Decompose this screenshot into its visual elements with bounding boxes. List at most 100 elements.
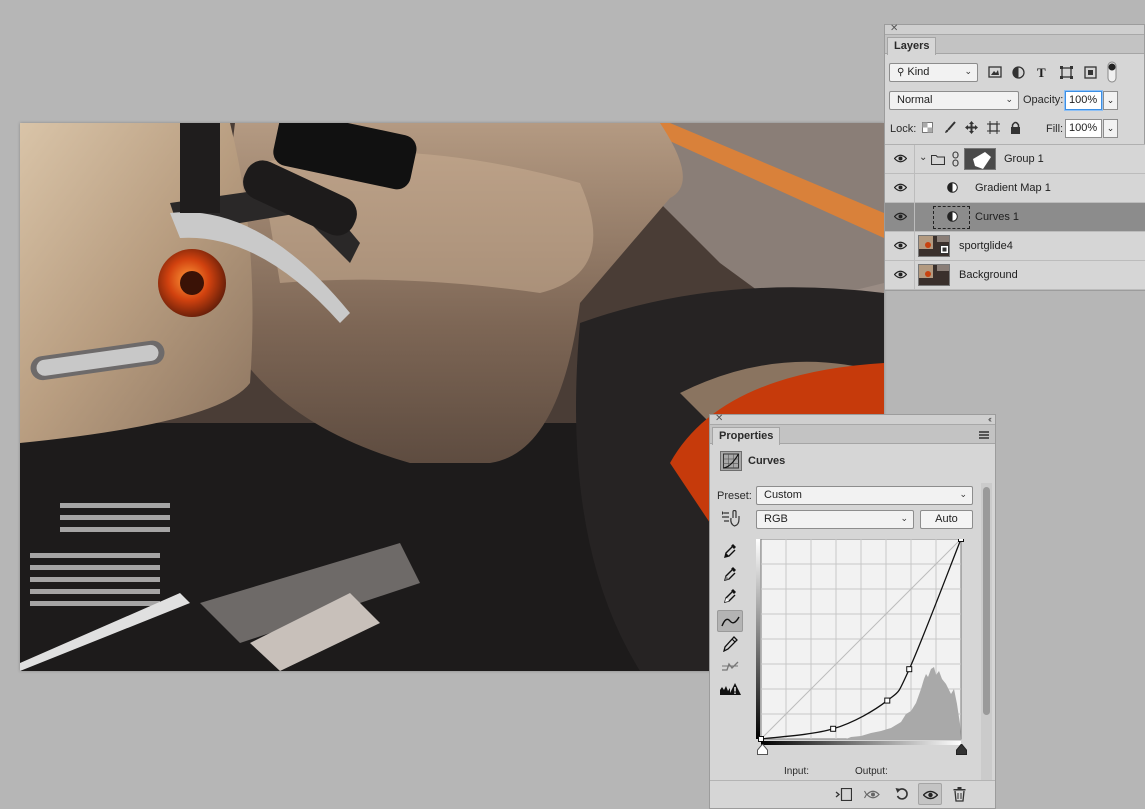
- clipping-warning-tool[interactable]: [717, 679, 743, 701]
- properties-footer: [710, 780, 995, 808]
- channel-dropdown[interactable]: RGB ⌄: [756, 510, 914, 529]
- type-filter-icon[interactable]: T: [1037, 65, 1046, 81]
- mask-thumbnail[interactable]: [964, 148, 996, 170]
- divider: [914, 232, 915, 260]
- folder-icon: [931, 154, 945, 165]
- blend-mode-dropdown[interactable]: Normal ⌄: [889, 91, 1019, 110]
- layer-name: Background: [959, 269, 1018, 281]
- eye-icon[interactable]: [894, 241, 907, 250]
- tab-properties[interactable]: Properties: [712, 427, 781, 445]
- pencil-icon: [723, 636, 738, 652]
- fill-label: Fill:: [1046, 123, 1064, 135]
- layer-row-group-1[interactable]: ⌄ Group 1: [885, 145, 1145, 174]
- curves-graph[interactable]: [756, 536, 968, 745]
- lock-all-icon[interactable]: [1010, 121, 1021, 134]
- lock-label: Lock:: [890, 123, 917, 135]
- curves-graph-canvas[interactable]: [756, 536, 968, 745]
- layer-row-background[interactable]: Background: [885, 261, 1145, 290]
- properties-panel-topbar: ✕ ‹‹: [710, 413, 995, 425]
- opacity-field[interactable]: 100%: [1065, 91, 1102, 110]
- filter-kind-dropdown[interactable]: ⚲ Kind ⌄: [889, 63, 978, 82]
- adjustment-title: Curves: [748, 455, 786, 467]
- properties-tabbar: Properties: [710, 425, 995, 445]
- eye-icon[interactable]: [894, 154, 907, 163]
- chevron-down-icon: ⌄: [959, 489, 967, 499]
- on-image-adjust-icon[interactable]: [720, 510, 742, 527]
- delete-icon[interactable]: [953, 787, 966, 802]
- chain-link-icon[interactable]: [952, 151, 959, 167]
- white-slider-handle[interactable]: [956, 744, 967, 755]
- clipping-warning-icon: [720, 683, 741, 695]
- eye-icon[interactable]: [894, 212, 907, 221]
- smart-object-filter-icon[interactable]: [1084, 66, 1097, 79]
- eye-icon[interactable]: [894, 183, 907, 192]
- layer-row-curves-1[interactable]: Curves 1: [885, 203, 1145, 232]
- curve-control-point[interactable]: [758, 736, 764, 742]
- curve-control-point[interactable]: [958, 536, 964, 542]
- pencil-tool[interactable]: [717, 633, 743, 655]
- opacity-label: Opacity:: [1023, 94, 1064, 106]
- gray-point-eyedropper[interactable]: [717, 563, 743, 585]
- divider: [914, 261, 915, 289]
- layer-name: sportglide4: [959, 240, 1013, 252]
- layer-list: ⌄ Group 1 Gradient Map 1 Curves 1 sportg…: [885, 144, 1145, 291]
- layers-panel: ✕ Layers ⚲ Kind ⌄ T Normal ⌄ Opacity: 10…: [884, 23, 1145, 291]
- curve-control-point[interactable]: [884, 697, 891, 704]
- search-icon: ⚲: [897, 67, 905, 78]
- blend-mode-label: Normal: [897, 94, 933, 106]
- reset-icon[interactable]: [895, 787, 909, 801]
- opacity-dropdown-button[interactable]: ⌄: [1103, 91, 1118, 110]
- collapse-icon[interactable]: ‹‹: [988, 413, 992, 425]
- properties-panel: ✕ ‹‹ Properties Curves Preset: Custom ⌄ …: [709, 413, 996, 809]
- output-label: Output:: [855, 766, 888, 777]
- image-filter-icon[interactable]: [988, 66, 1002, 78]
- eye-icon[interactable]: [894, 270, 907, 279]
- filter-toggle-icon[interactable]: [1107, 61, 1117, 83]
- preset-dropdown[interactable]: Custom ⌄: [756, 486, 973, 505]
- properties-scrollbar[interactable]: [981, 483, 992, 783]
- layer-row-gradient-map-1[interactable]: Gradient Map 1: [885, 174, 1145, 203]
- smooth-icon: [722, 661, 739, 671]
- lock-artboard-icon[interactable]: [987, 121, 1000, 134]
- lock-brush-icon[interactable]: [944, 121, 956, 134]
- lock-transparent-icon[interactable]: [922, 122, 933, 133]
- curve-points-tool[interactable]: [717, 610, 743, 632]
- curve-control-point[interactable]: [830, 725, 837, 732]
- layers-tabbar: Layers: [885, 35, 1144, 55]
- auto-button[interactable]: Auto: [920, 510, 973, 529]
- white-point-eyedropper-icon: [724, 589, 736, 603]
- chevron-down-icon[interactable]: ⌄: [919, 152, 927, 163]
- layer-row-sportglide4[interactable]: sportglide4: [885, 232, 1145, 261]
- fill-dropdown-button[interactable]: ⌄: [1103, 119, 1118, 138]
- layer-name: Group 1: [1004, 153, 1044, 165]
- visibility-button[interactable]: [918, 783, 942, 805]
- curve-control-point[interactable]: [906, 666, 913, 673]
- chevron-down-icon: ⌄: [1005, 94, 1013, 104]
- mask-shape: [973, 152, 991, 169]
- visibility-icon: [923, 790, 938, 800]
- black-point-eyedropper[interactable]: [717, 540, 743, 562]
- tab-layers[interactable]: Layers: [887, 37, 937, 55]
- white-point-eyedropper[interactable]: [717, 585, 743, 607]
- black-slider-handle[interactable]: [757, 744, 768, 755]
- close-icon[interactable]: ✕: [890, 23, 898, 35]
- shape-filter-icon[interactable]: [1060, 66, 1073, 79]
- input-label: Input:: [784, 766, 810, 777]
- close-icon[interactable]: ✕: [715, 413, 723, 425]
- layer-thumbnail: [918, 264, 950, 286]
- divider: [914, 203, 915, 231]
- lock-move-icon[interactable]: [965, 121, 978, 134]
- fill-field[interactable]: 100%: [1065, 119, 1102, 138]
- adjustment-layer-icon: [947, 182, 958, 193]
- clip-to-layer-icon[interactable]: [835, 788, 852, 801]
- view-previous-icon[interactable]: [864, 788, 882, 801]
- panel-menu-icon[interactable]: [979, 431, 989, 439]
- thumbnail-image: [919, 265, 949, 285]
- scrollbar-thumb[interactable]: [983, 487, 990, 715]
- adjustment-layer-icon: [947, 211, 958, 222]
- preset-label: Preset:: [717, 490, 752, 502]
- gray-point-eyedropper-icon: [724, 567, 736, 581]
- smooth-tool[interactable]: [717, 656, 743, 678]
- input-gradient-bar: [761, 741, 961, 745]
- adjustment-filter-icon[interactable]: [1012, 66, 1025, 79]
